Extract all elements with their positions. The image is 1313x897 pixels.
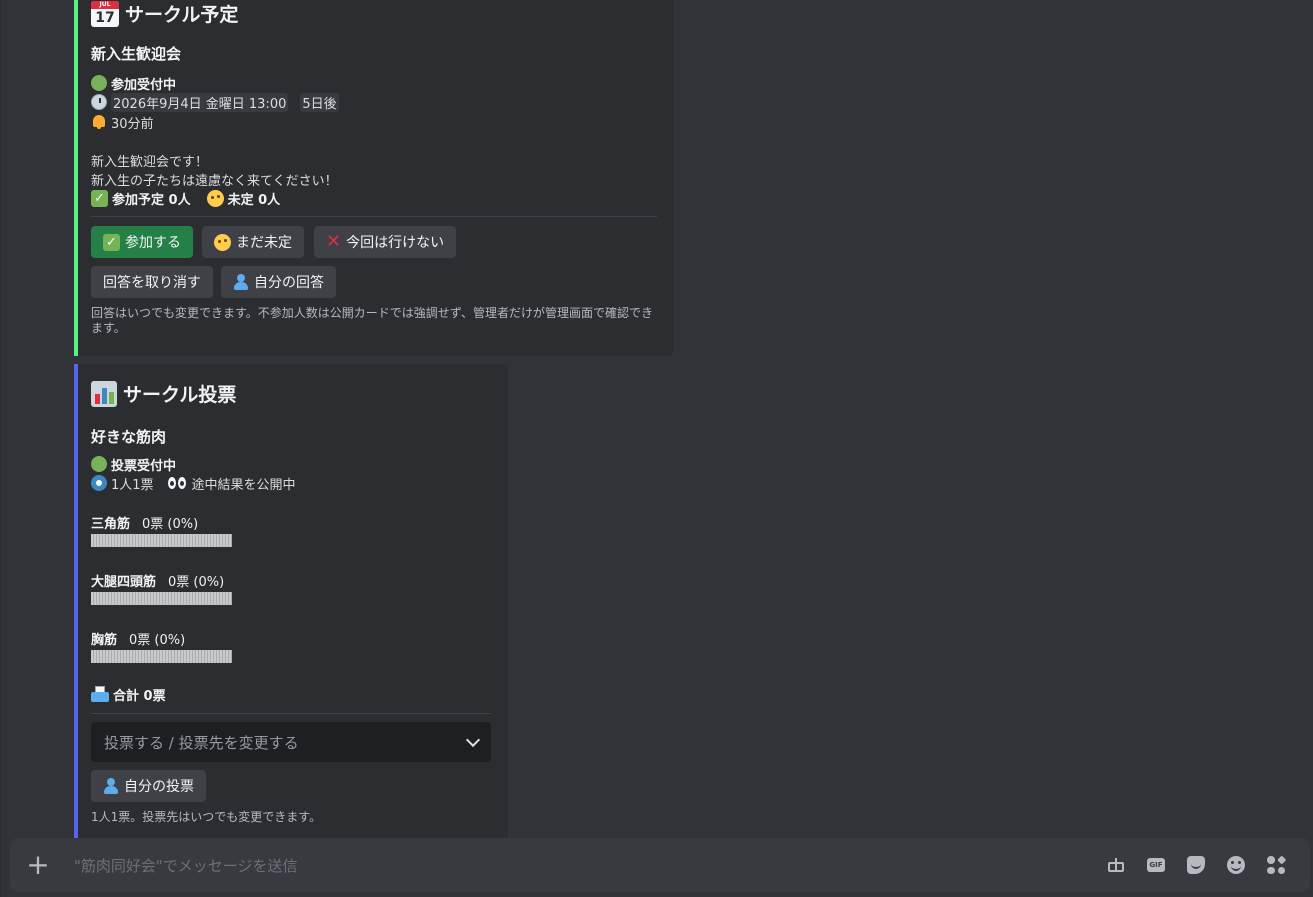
poll-divider — [91, 713, 491, 714]
gift-icon[interactable] — [1104, 853, 1128, 877]
poll-option: 三角筋 0票 (0%) — [91, 513, 232, 547]
poll-option: 胸筋 0票 (0%) — [91, 629, 232, 663]
gif-icon[interactable]: GIF — [1144, 853, 1168, 877]
my-vote-button[interactable]: 自分の投票 — [91, 770, 206, 802]
event-status: 参加受付中 — [91, 73, 176, 93]
event-datetime: 2026年9月4日 金曜日 13:00 5日後 — [91, 92, 339, 112]
poll-title: サークル投票 — [91, 380, 236, 407]
poll-total: 合計 0票 — [91, 684, 166, 704]
bell-icon — [91, 114, 107, 130]
poll-question: 好きな筋肉 — [91, 428, 167, 446]
green-circle-icon — [91, 75, 107, 91]
apps-icon[interactable] — [1264, 853, 1288, 877]
my-answer-button[interactable]: 自分の回答 — [221, 266, 336, 298]
vote-select[interactable]: 投票する / 投票先を変更する — [91, 722, 491, 762]
poll-option-bar — [91, 534, 232, 547]
cross-mark-icon: ✕ — [326, 231, 342, 252]
add-attachment-button[interactable]: + — [10, 838, 66, 892]
poll-status: 投票受付中 — [91, 454, 176, 474]
join-button[interactable]: ✓ 参加する — [91, 226, 193, 258]
event-counts: ✓ 参加予定 0人 未定 0人 — [91, 188, 280, 208]
poll-option-bar — [91, 592, 232, 605]
poll-option: 大腿四頭筋 0票 (0%) — [91, 571, 232, 605]
green-circle-icon — [91, 456, 107, 472]
calendar-icon: JUL 17 — [91, 0, 119, 27]
event-description-2: 新入生の子たちは遠慮なく来てください！ — [91, 173, 338, 189]
check-mark-icon: ✓ — [103, 233, 120, 251]
radio-button-icon — [91, 475, 107, 491]
thinking-face-icon — [214, 233, 231, 251]
clock-icon — [91, 94, 107, 110]
sticker-icon[interactable] — [1184, 853, 1208, 877]
poll-mode: 1人1票 途中結果を公開中 — [91, 473, 296, 493]
left-gutter — [0, 0, 1, 897]
decline-button[interactable]: ✕ 今回は行けない — [314, 226, 457, 258]
poll-embed: サークル投票 好きな筋肉 投票受付中 1人1票 途中結果を公開中 三角筋 0票 (… — [74, 364, 508, 844]
event-footer: 回答はいつでも変更できます。不参加人数は公開カードでは強調せず、管理者だけが管理… — [91, 306, 653, 335]
cancel-answer-button[interactable]: 回答を取り消す — [91, 266, 213, 298]
emoji-icon[interactable] — [1224, 853, 1248, 877]
message-composer: + "筋肉同好会"でメッセージを送信 GIF — [10, 838, 1310, 892]
event-divider — [91, 216, 657, 217]
message-input[interactable]: "筋肉同好会"でメッセージを送信 — [74, 855, 1104, 876]
poll-option-bar — [91, 650, 232, 663]
bar-chart-icon — [91, 380, 117, 407]
check-mark-icon: ✓ — [91, 189, 108, 207]
maybe-button[interactable]: まだ未定 — [202, 226, 304, 258]
event-embed: JUL 17 サークル予定 新入生歓迎会 参加受付中 2026年9月4日 金曜日 … — [74, 0, 674, 356]
person-icon — [233, 274, 249, 290]
event-title: JUL 17 サークル予定 — [91, 0, 238, 27]
person-icon — [103, 778, 119, 794]
event-reminder: 30分前 — [91, 112, 154, 132]
ballot-box-icon — [91, 686, 109, 702]
thinking-face-icon — [206, 189, 224, 207]
event-name: 新入生歓迎会 — [91, 45, 182, 63]
chevron-down-icon — [465, 732, 481, 748]
composer-icons: GIF — [1104, 853, 1288, 877]
event-description-1: 新入生歓迎会です！ — [91, 154, 209, 170]
eyes-icon — [167, 476, 188, 490]
poll-footer: 1人1票。投票先はいつでも変更できます。 — [91, 810, 322, 824]
